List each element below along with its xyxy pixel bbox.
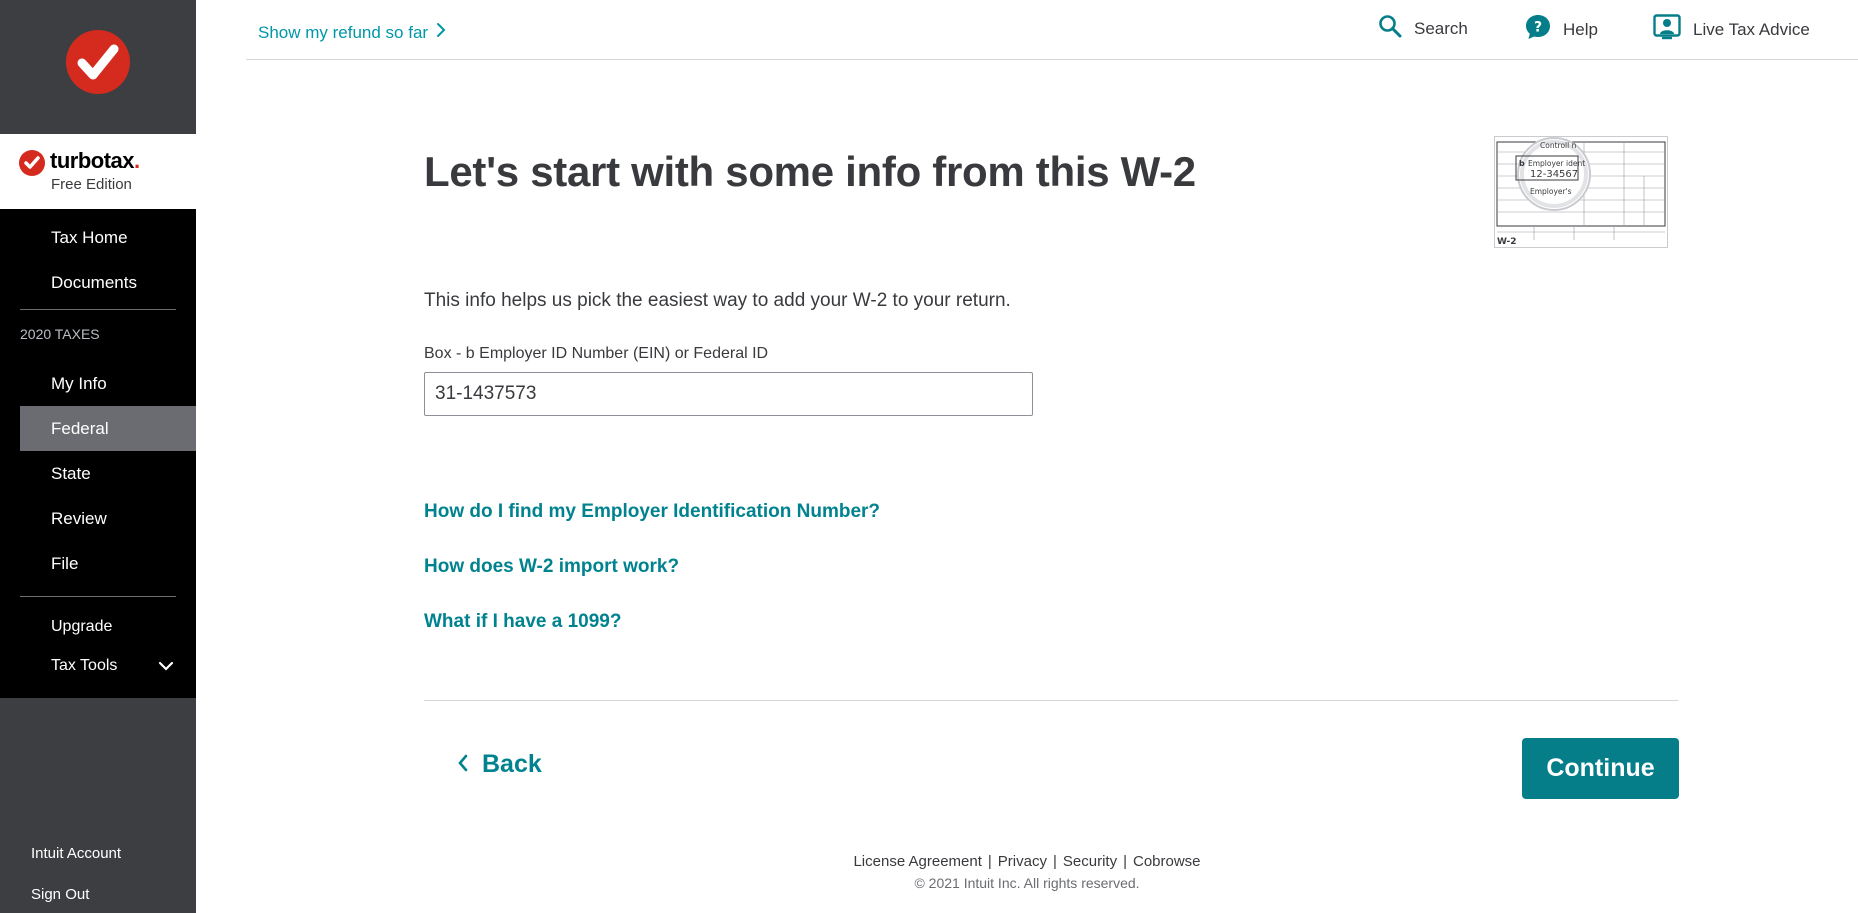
live-advice-label: Live Tax Advice: [1693, 19, 1810, 39]
w2-box-letter: b: [1519, 159, 1525, 168]
continue-button[interactable]: Continue: [1522, 738, 1679, 799]
chevron-right-icon: [436, 22, 446, 43]
sidebar-item-my-info[interactable]: My Info: [0, 361, 196, 406]
license-agreement-link[interactable]: License Agreement: [853, 853, 981, 870]
help-link-find-ein[interactable]: How do I find my Employer Identification…: [424, 501, 880, 523]
sidebar-item-review[interactable]: Review: [0, 496, 196, 541]
tax-tools-label: Tax Tools: [51, 657, 118, 674]
ein-input[interactable]: [424, 372, 1033, 416]
show-refund-link[interactable]: Show my refund so far: [258, 22, 446, 43]
box-reference: Box - b: [424, 345, 475, 362]
sidebar-header: [0, 0, 196, 134]
svg-text:?: ?: [1534, 20, 1542, 36]
page-title: Let's start with some info from this W-2: [424, 148, 1196, 195]
security-link[interactable]: Security: [1063, 853, 1117, 870]
content-divider: [424, 700, 1678, 701]
sidebar-item-federal[interactable]: Federal: [20, 406, 196, 451]
help-button[interactable]: ? Help: [1525, 14, 1598, 45]
sidebar-item-file[interactable]: File: [0, 541, 196, 586]
privacy-link[interactable]: Privacy: [998, 853, 1047, 870]
search-button[interactable]: Search: [1378, 14, 1468, 43]
search-label: Search: [1414, 18, 1468, 38]
nav-section-heading: 2020 TAXES: [20, 326, 100, 342]
sidebar-nav: Tax Home Documents 2020 TAXES My Info Fe…: [0, 209, 196, 698]
nav-divider: [20, 309, 176, 310]
help-link-1099[interactable]: What if I have a 1099?: [424, 611, 621, 633]
back-label: Back: [482, 750, 542, 778]
help-icon: ?: [1525, 14, 1551, 45]
back-button[interactable]: Back: [458, 750, 542, 779]
footer-separator: |: [1123, 853, 1127, 870]
w2-control-text: Controll n: [1540, 141, 1577, 150]
live-tax-advice-button[interactable]: Live Tax Advice: [1653, 14, 1810, 45]
chevron-left-icon: [458, 750, 468, 779]
sidebar: turbotax. Free Edition Tax Home Document…: [0, 0, 196, 913]
help-link-w2-import[interactable]: How does W-2 import work?: [424, 556, 679, 578]
footer-separator: |: [987, 853, 992, 870]
footer-separator: |: [1052, 853, 1057, 870]
w2-form-illustration: Controll n b Employer ident 12-34567 Emp…: [1494, 136, 1668, 248]
sidebar-item-state[interactable]: State: [0, 451, 196, 496]
refund-link-label: Show my refund so far: [258, 22, 429, 42]
w2-form-label: W-2: [1497, 237, 1517, 247]
ein-label-text: Employer ID Number (EIN) or Federal ID: [479, 345, 769, 362]
w2-employers-text: Employer's: [1530, 187, 1572, 196]
ein-field-label: Box - b Employer ID Number (EIN) or Fede…: [424, 345, 768, 363]
footer-links: License Agreement | Privacy | Security | Cobro…: [0, 853, 1858, 870]
sidebar-item-tax-tools[interactable]: Tax Tools: [0, 643, 196, 688]
brand-name: turbotax.: [50, 148, 140, 173]
copyright-text: © 2021 Intuit Inc. All rights reserved.: [914, 875, 1140, 891]
search-icon: [1378, 14, 1402, 43]
top-bar: Show my refund so far Search ? Help Live…: [246, 0, 1858, 60]
turbotax-check-logo-icon[interactable]: [66, 30, 130, 94]
live-advice-icon: [1653, 14, 1681, 45]
sidebar-item-documents[interactable]: Documents: [0, 260, 196, 305]
chevron-down-icon: [158, 643, 174, 688]
brand-check-icon: [19, 150, 45, 176]
brand-block: turbotax. Free Edition: [0, 134, 196, 209]
cobrowse-link[interactable]: Cobrowse: [1133, 853, 1201, 870]
nav-divider: [20, 596, 176, 597]
w2-employer-ident: Employer ident: [1528, 159, 1585, 168]
brand-edition: Free Edition: [51, 176, 132, 193]
help-label: Help: [1563, 19, 1598, 39]
sidebar-item-tax-home[interactable]: Tax Home: [0, 215, 196, 260]
intro-text: This info helps us pick the easiest way …: [424, 290, 1011, 311]
w2-ein-sample: 12-34567: [1530, 169, 1578, 180]
